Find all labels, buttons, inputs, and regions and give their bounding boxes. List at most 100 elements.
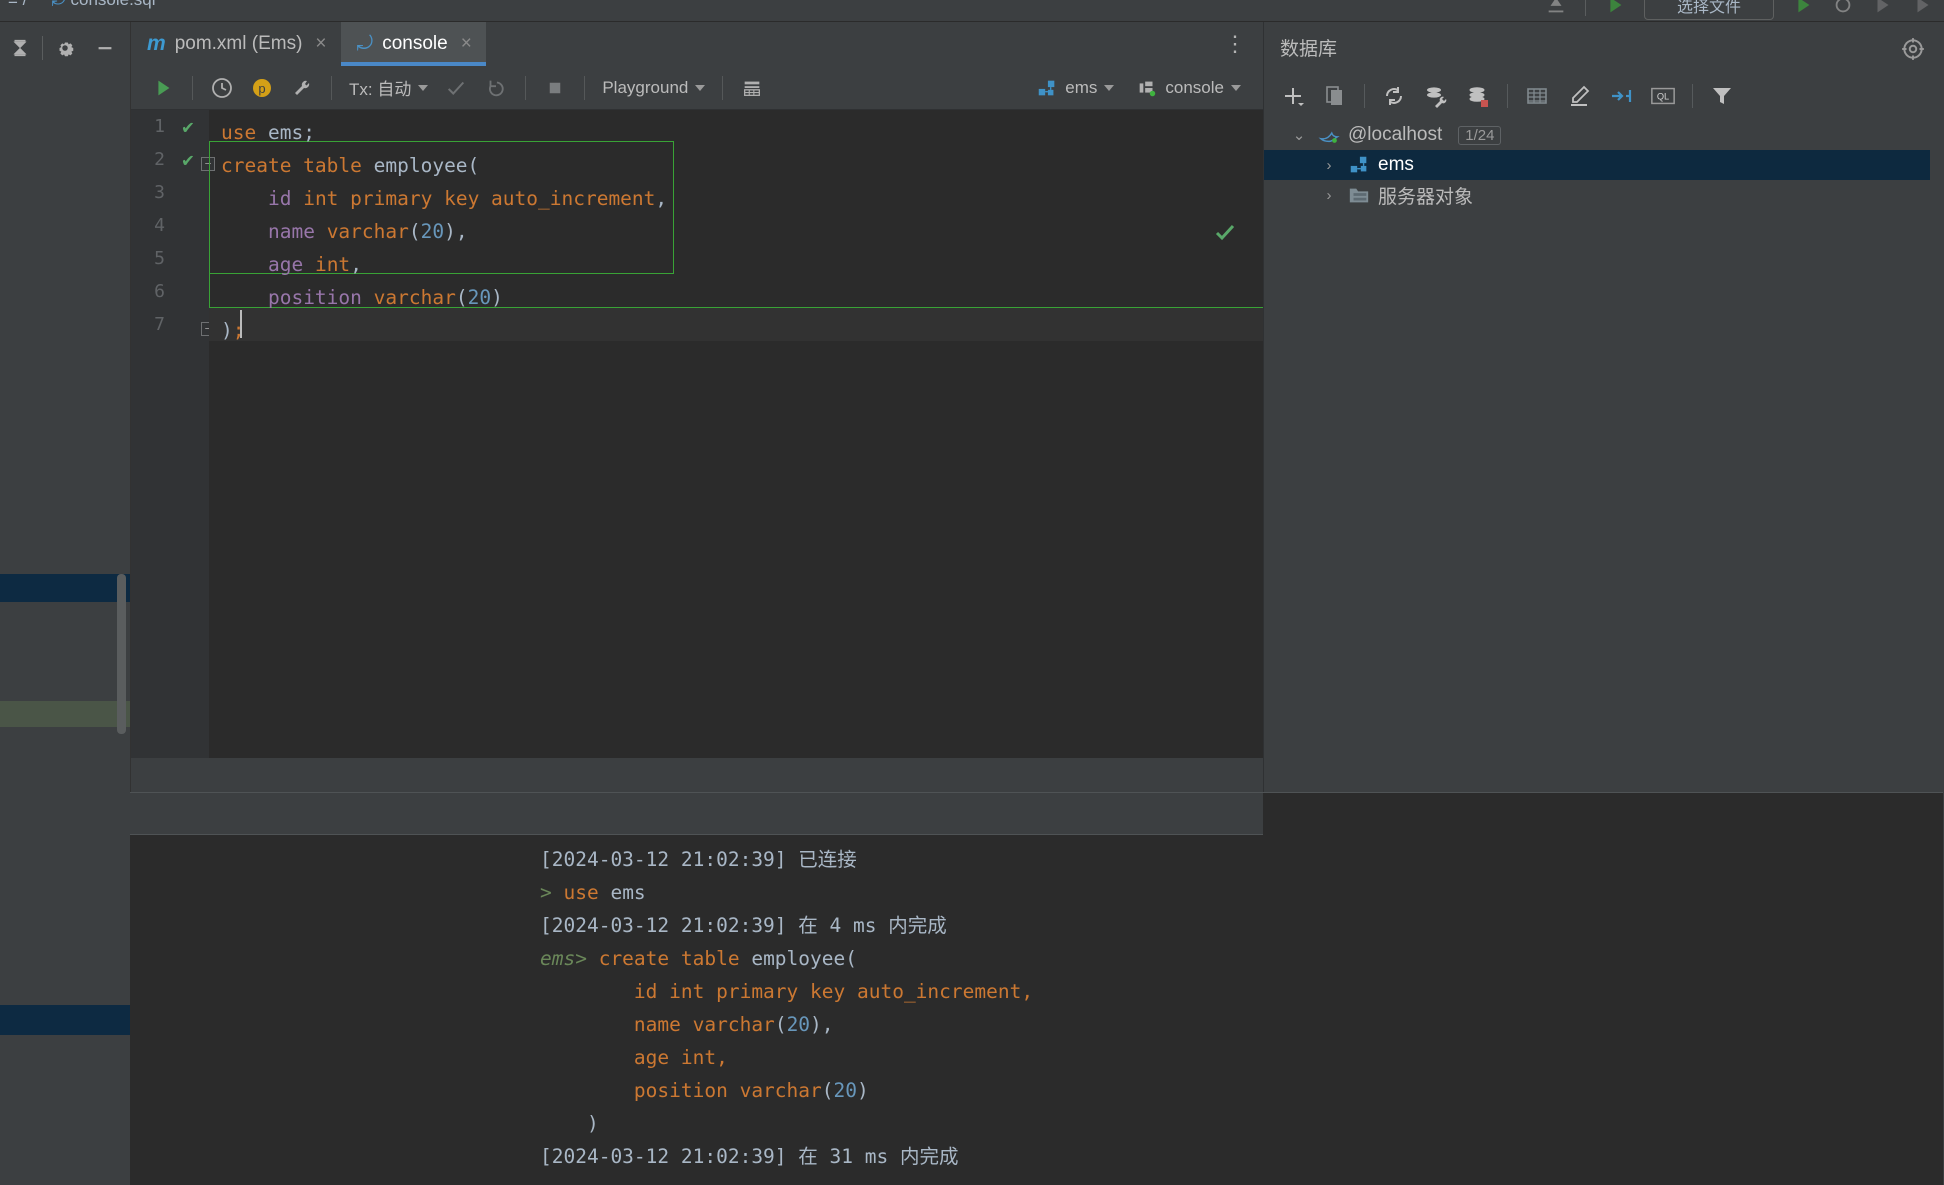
- collapse-arrows-icon: [1612, 90, 1632, 102]
- breadcrumb-prefix: ≡ /: [8, 0, 27, 9]
- code-editor[interactable]: 1 ✔ 2 ✔ −3 4 5 6 7− use ems; create table employe…: [131, 110, 1263, 758]
- inspection-status-indicator[interactable]: [1213, 220, 1237, 244]
- database-tree-scrollbar[interactable]: [1930, 120, 1944, 792]
- console-token: ): [540, 1112, 599, 1135]
- rollback-button[interactable]: [476, 68, 516, 108]
- editor-status-strip: [131, 758, 1263, 792]
- toolbar-divider: [331, 75, 332, 100]
- run-configuration-selector[interactable]: 选择文件: [1644, 0, 1774, 20]
- tree-node[interactable]: › ems: [1264, 150, 1944, 180]
- add-button[interactable]: [1272, 77, 1314, 115]
- jump-to-query-button[interactable]: QL: [1642, 77, 1684, 115]
- code-token: ,: [655, 187, 668, 210]
- clock-history-icon: [212, 77, 232, 98]
- line-number: 7: [154, 314, 165, 335]
- console-token: employee(: [751, 947, 857, 970]
- hide-panel-button[interactable]: [85, 28, 125, 68]
- profile-button[interactable]: p: [242, 68, 282, 108]
- editor-gutter[interactable]: 1 ✔ 2 ✔ −3 4 5 6 7−: [131, 110, 215, 758]
- check-icon: [1215, 224, 1235, 241]
- console-line: ): [540, 1107, 1943, 1140]
- mysql-dolphin-icon: ⤾: [356, 32, 374, 55]
- background-scrollbar[interactable]: [117, 574, 126, 734]
- run-with-coverage-icon[interactable]: [1872, 0, 1894, 16]
- open-table-button[interactable]: [1516, 77, 1558, 115]
- pencil-icon: [1571, 85, 1590, 106]
- commit-button[interactable]: [436, 68, 476, 108]
- collapse-button[interactable]: [1600, 77, 1642, 115]
- settings-button[interactable]: [45, 28, 85, 68]
- statement-ok-icon: ✔: [182, 116, 194, 138]
- datasource-selector[interactable]: ems: [1028, 77, 1122, 99]
- session-selector[interactable]: console: [1128, 77, 1249, 99]
- console-output-pane: [2024-03-12 21:02:39] 已连接 > use ems [2024-…: [130, 792, 1943, 1185]
- tree-node[interactable]: ⌄ @localhost 1/24: [1264, 120, 1944, 150]
- chevron-down-icon: [695, 84, 706, 91]
- database-panel-settings-button[interactable]: [1900, 36, 1926, 62]
- refresh-button[interactable]: [1373, 77, 1415, 115]
- run-button-icon[interactable]: [1792, 0, 1814, 16]
- chevron-down-icon: [418, 84, 429, 91]
- close-icon[interactable]: ×: [461, 33, 472, 55]
- editor-code-area[interactable]: use ems; create table employee( id int pr…: [209, 110, 1263, 758]
- session-label: console: [1165, 77, 1224, 97]
- history-button[interactable]: [202, 68, 242, 108]
- editor-window: m pom.xml (Ems) × ⤾ console × ⋮ p Tx: 自动…: [130, 22, 1263, 792]
- code-token: (: [408, 220, 421, 243]
- run-green-icon: [158, 80, 170, 95]
- background-highlight-row: [0, 701, 130, 727]
- chevron-down-icon[interactable]: ⌄: [1288, 126, 1310, 144]
- run-green-icon[interactable]: [1604, 0, 1626, 16]
- code-line: age int,: [221, 248, 362, 281]
- table-view-button[interactable]: [732, 68, 772, 108]
- console-token: age int,: [633, 1046, 728, 1069]
- chevron-right-icon[interactable]: ›: [1318, 157, 1340, 174]
- close-icon[interactable]: ×: [315, 33, 326, 55]
- filter-button[interactable]: [1701, 77, 1743, 115]
- console-line: [2024-03-12 21:02:39] 在 4 ms 内完成: [540, 909, 1943, 942]
- tree-node[interactable]: › 服务器对象: [1264, 180, 1944, 210]
- datasource-label: ems: [1065, 77, 1098, 97]
- transaction-mode-selector[interactable]: Tx: 自动: [341, 75, 436, 100]
- code-token: ,: [350, 253, 362, 276]
- toolbar-divider: [525, 75, 527, 100]
- code-token: employee: [373, 154, 468, 177]
- console-token: 20: [786, 1013, 811, 1036]
- tab-options-button[interactable]: ⋮: [1208, 22, 1263, 66]
- duplicate-button[interactable]: [1314, 77, 1356, 115]
- code-token: varchar: [373, 286, 456, 309]
- toolbar-divider: [722, 75, 724, 100]
- code-line: id int primary key auto_increment,: [221, 182, 667, 215]
- tree-node-label: ems: [1378, 154, 1414, 175]
- console-session-icon: [1140, 81, 1156, 96]
- database-tool-window: 数据库 QL ⌄ @localhost 1/24 › ems › 服务器对象: [1263, 22, 1944, 792]
- debug-icon[interactable]: [1832, 0, 1854, 16]
- disconnect-button[interactable]: [1457, 77, 1499, 115]
- datasource-properties-button[interactable]: [1415, 77, 1457, 115]
- chevron-right-icon[interactable]: ›: [1318, 187, 1340, 204]
- execute-button[interactable]: [143, 68, 183, 108]
- collapse-all-button[interactable]: [0, 28, 40, 68]
- schema-label: Playground: [602, 77, 689, 97]
- database-tree[interactable]: ⌄ @localhost 1/24 › ems › 服务器对象: [1264, 120, 1944, 792]
- modify-button[interactable]: [1558, 77, 1600, 115]
- breadcrumb-file[interactable]: console.sql: [70, 0, 155, 9]
- schema-selector[interactable]: Playground: [594, 78, 713, 98]
- stop-button[interactable]: [535, 68, 575, 108]
- svg-text:QL: QL: [1657, 92, 1669, 102]
- code-token: int: [314, 253, 351, 276]
- console-line: [2024-03-12 21:02:39] 在 31 ms 内完成: [540, 1140, 1943, 1173]
- tab-console[interactable]: ⤾ console ×: [340, 22, 487, 66]
- console-token: 在 31 ms 内完成: [798, 1145, 959, 1168]
- profile-icon[interactable]: [1912, 0, 1934, 16]
- tab-pom-xml[interactable]: m pom.xml (Ems) ×: [131, 22, 341, 66]
- plus-icon: [1285, 88, 1304, 106]
- console-output-text[interactable]: [2024-03-12 21:02:39] 已连接 > use ems [2024-…: [130, 835, 1943, 1185]
- database-panel-title: 数据库: [1280, 39, 1338, 60]
- settings-wrench-button[interactable]: [282, 68, 322, 108]
- upload-icon[interactable]: [1545, 0, 1567, 16]
- breadcrumb[interactable]: ≡ / ⤾ console.sql: [8, 0, 156, 10]
- breadcrumb-separator: [37, 0, 42, 9]
- editor-toolbar: p Tx: 自动 Playground ems console: [131, 66, 1263, 110]
